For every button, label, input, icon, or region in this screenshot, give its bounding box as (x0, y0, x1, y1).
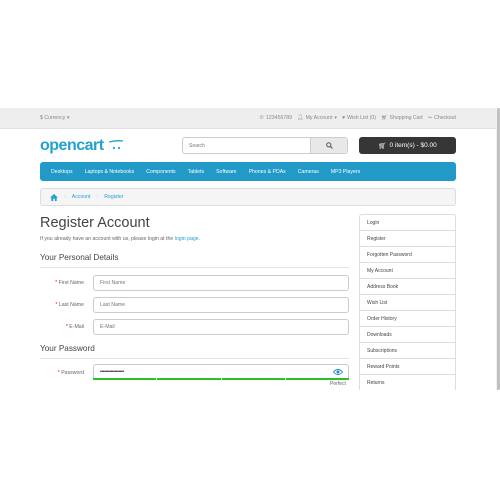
heart-icon: ♥ (342, 115, 346, 121)
last-name-field[interactable] (93, 297, 349, 313)
breadcrumb-register[interactable]: Register (104, 194, 123, 200)
shopping-cart-link[interactable]: 🛒︎ Shopping Cart (381, 115, 423, 121)
phone-icon: ✆ (259, 115, 265, 121)
required-mark: * (55, 302, 58, 308)
wishlist-link[interactable]: ♥ Wish List (0) (342, 115, 376, 121)
email-field[interactable] (93, 319, 349, 335)
scrollbar-thumb[interactable] (496, 108, 500, 390)
sidebar-item-downloads[interactable]: Downloads (360, 327, 455, 343)
cart-icon: 🛒︎ (380, 115, 388, 121)
home-icon[interactable] (50, 193, 58, 201)
menu-item-components[interactable]: Components (140, 169, 181, 175)
caret-down-icon: ▾ (66, 115, 70, 121)
breadcrumb-separator: › (96, 194, 99, 200)
password-strength-text: Perfect (330, 381, 346, 387)
login-page-link[interactable]: login page. (175, 236, 200, 242)
breadcrumb-account[interactable]: Account (72, 194, 91, 200)
checkout-label: Checkout (434, 115, 456, 121)
top-bar: $ Currency ▾ ✆ 123456789 👤︎ My Account ▾… (0, 108, 496, 129)
menu-item-laptops[interactable]: Laptops & Notebooks (79, 169, 141, 175)
sidebar-item-wish-list[interactable]: Wish List (360, 295, 455, 311)
password-label-text: Password (61, 370, 84, 376)
browser-viewport: $ Currency ▾ ✆ 123456789 👤︎ My Account ▾… (0, 108, 500, 390)
cart-icon: 🛒︎ (378, 142, 387, 150)
strength-segment (93, 378, 157, 380)
sidebar-item-my-account[interactable]: My Account (360, 263, 455, 279)
cart-button[interactable]: 🛒︎ 0 item(s) - $0.00 (359, 137, 456, 154)
required-mark: * (57, 370, 60, 376)
search-button[interactable] (310, 138, 347, 153)
strength-segment (285, 378, 349, 380)
main-menu: Desktops Laptops & Notebooks Components … (40, 162, 456, 181)
menu-item-mp3[interactable]: MP3 Players (325, 169, 366, 175)
email-label: * E-Mail (40, 324, 84, 330)
menu-item-desktops[interactable]: Desktops (45, 169, 79, 175)
last-name-label-text: Last Name (58, 302, 84, 308)
my-account-label: My Account (305, 115, 333, 121)
first-name-label: * First Name (40, 280, 84, 286)
personal-details-legend: Your Personal Details (40, 253, 119, 262)
first-name-field[interactable] (93, 275, 349, 291)
search-icon (325, 142, 333, 149)
sidebar-item-returns[interactable]: Returns (360, 375, 455, 390)
my-account-dropdown[interactable]: 👤︎ My Account ▾ (297, 115, 337, 121)
eye-icon[interactable] (333, 368, 343, 376)
menu-item-phones[interactable]: Phones & PDAs (243, 169, 292, 175)
breadcrumb-separator: › (64, 194, 66, 200)
strength-segment (221, 378, 285, 380)
email-label-text: E-Mail (69, 324, 84, 330)
strength-segment (157, 378, 221, 380)
site-logo[interactable]: opencart (40, 137, 123, 155)
wishlist-label: Wish List (0) (347, 115, 376, 121)
sidebar-item-address-book[interactable]: Address Book (360, 279, 455, 295)
sidebar-item-forgotten-password[interactable]: Forgotten Password (360, 247, 455, 263)
logo-cart-icon (108, 140, 123, 150)
currency-dropdown[interactable]: $ Currency ▾ (40, 115, 69, 121)
first-name-label-text: First Name (58, 280, 84, 286)
sidebar-item-order-history[interactable]: Order History (360, 311, 455, 327)
search-box (182, 137, 348, 154)
password-label: * Password (40, 370, 84, 376)
required-mark: * (55, 280, 58, 286)
password-legend: Your Password (40, 344, 95, 353)
sidebar-item-login[interactable]: Login (360, 215, 455, 231)
menu-item-cameras[interactable]: Cameras (292, 169, 325, 175)
cart-button-label: 0 item(s) - $0.00 (389, 142, 437, 149)
checkout-link[interactable]: ↪ Checkout (428, 115, 456, 121)
sidebar-item-subscriptions[interactable]: Subscriptions (360, 343, 455, 359)
sidebar-item-reward-points[interactable]: Reward Points (360, 359, 455, 375)
phone-number: 123456789 (266, 115, 292, 121)
intro-text: If you already have an account with us, … (40, 236, 200, 242)
caret-down-icon: ▾ (334, 115, 338, 121)
user-icon: 👤︎ (297, 115, 304, 121)
page-title: Register Account (40, 215, 150, 231)
shopping-cart-label: Shopping Cart (389, 115, 423, 121)
currency-label: $ Currency (40, 115, 66, 121)
phone-link[interactable]: ✆ 123456789 (260, 115, 292, 121)
sidebar-item-register[interactable]: Register (360, 231, 455, 247)
search-input[interactable] (183, 138, 311, 153)
legend-divider (40, 267, 349, 268)
menu-item-tablets[interactable]: Tablets (182, 169, 210, 175)
intro-prefix: If you already have an account with us, … (40, 236, 174, 242)
password-strength-meter (93, 378, 349, 380)
account-sidebar: Login Register Forgotten Password My Acc… (359, 214, 456, 390)
breadcrumb: › Account › Register (40, 188, 456, 206)
page-scrollbar[interactable] (496, 108, 500, 390)
last-name-label: * Last Name (40, 302, 84, 308)
legend-divider (40, 358, 349, 359)
required-mark: * (65, 324, 68, 330)
logo-text: opencart (40, 137, 104, 154)
menu-item-software[interactable]: Software (210, 169, 242, 175)
share-icon: ↪ (427, 115, 433, 121)
